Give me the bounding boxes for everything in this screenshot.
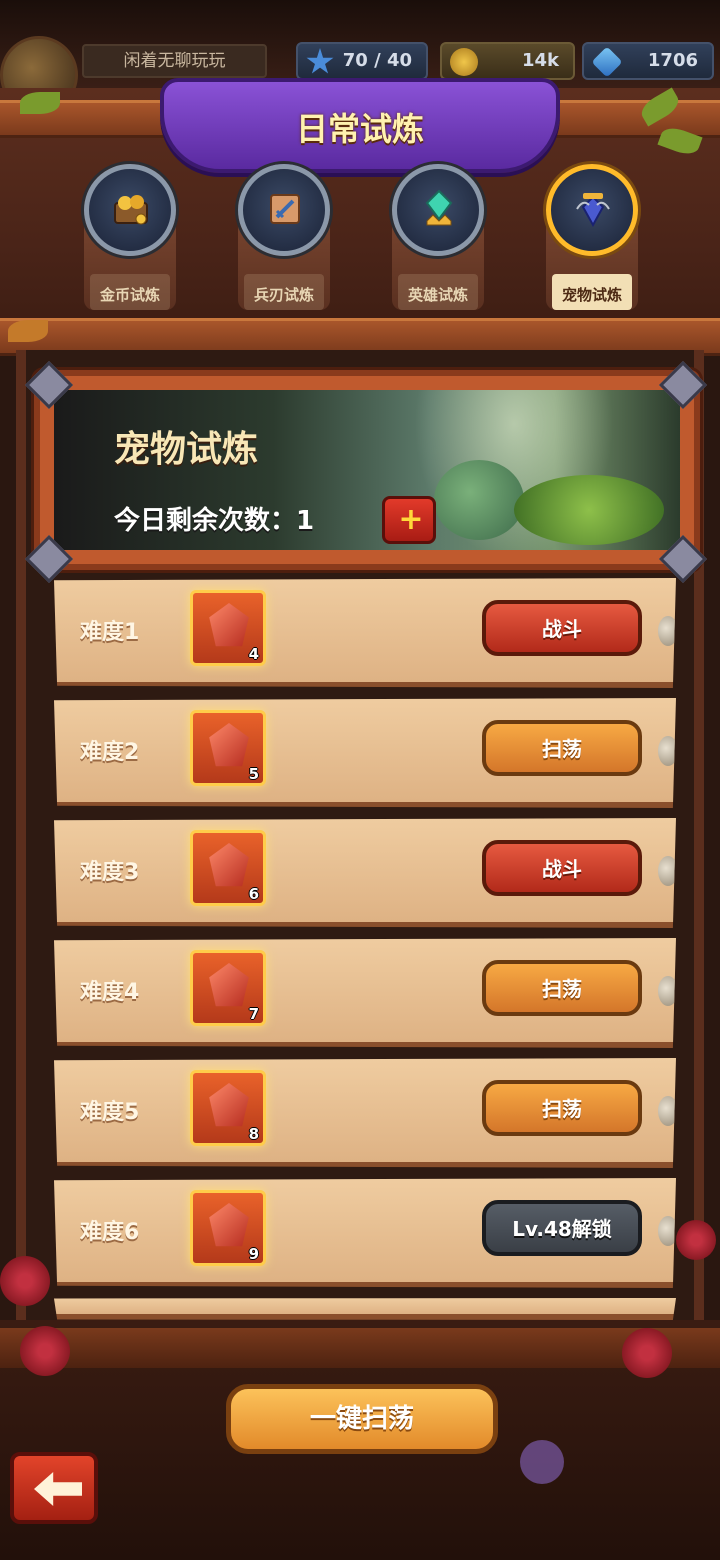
gold-counter[interactable]: 14k <box>440 42 575 80</box>
tab-gold-trial[interactable]: 金币试炼 <box>80 160 180 312</box>
difficulty-row: 难度3 6 战斗 <box>54 818 676 928</box>
sweep-button[interactable]: 扫荡 <box>482 720 642 776</box>
leaf-decoration <box>20 92 60 114</box>
plus-icon: + <box>398 502 424 537</box>
reward-item[interactable]: 7 <box>190 950 266 1026</box>
weapon-scroll-icon <box>270 194 300 224</box>
reward-count: 6 <box>248 885 259 903</box>
pet-gem-icon <box>209 1203 249 1247</box>
reward-count: 5 <box>248 765 259 783</box>
difficulty-label: 难度4 <box>80 980 140 1005</box>
bush-illustration <box>514 475 664 545</box>
back-button[interactable] <box>10 1452 98 1524</box>
tab-label: 英雄试炼 <box>407 286 468 304</box>
sweep-all-button[interactable]: 一键扫荡 <box>226 1384 498 1454</box>
pet-gem-icon <box>209 963 249 1007</box>
rock-illustration <box>434 460 524 540</box>
reward-item[interactable]: 6 <box>190 830 266 906</box>
difficulty-label: 难度2 <box>80 740 140 765</box>
title-banner: 日常试炼 <box>160 78 560 173</box>
sweep-button[interactable]: 扫荡 <box>482 1080 642 1136</box>
reward-count: 9 <box>248 1245 259 1263</box>
rose-decoration <box>622 1328 672 1378</box>
difficulty-row: 难度4 7 扫荡 <box>54 938 676 1048</box>
locked-button[interactable]: Lv.48解锁 <box>482 1200 642 1256</box>
reward-count: 7 <box>248 1005 259 1023</box>
tab-label: 兵刃试炼 <box>253 286 314 304</box>
battle-button[interactable]: 战斗 <box>482 600 642 656</box>
back-arrow-icon <box>34 1472 82 1506</box>
hero-crystal-icon <box>425 189 453 226</box>
player-name: 闲着无聊玩玩 <box>82 44 267 78</box>
trial-banner: 宠物试炼 今日剩余次数：1 + <box>34 370 700 570</box>
page-title: 日常试炼 <box>295 110 424 148</box>
difficulty-label: 难度5 <box>80 1100 140 1125</box>
sweep-button[interactable]: 扫荡 <box>482 960 642 1016</box>
bottom-beam <box>0 1328 720 1368</box>
gem-icon <box>591 46 623 78</box>
pet-gem-icon <box>209 603 249 647</box>
reward-count: 8 <box>248 1125 259 1143</box>
tab-hero-trial[interactable]: 英雄试炼 <box>388 160 488 312</box>
add-attempts-button[interactable]: + <box>382 496 436 544</box>
remaining-count: 今日剩余次数：1 <box>114 506 315 536</box>
rose-decoration <box>676 1220 716 1260</box>
stamina-value: 70 / 40 <box>342 50 412 71</box>
difficulty-label: 难度3 <box>80 860 140 885</box>
pet-gem-icon <box>209 843 249 887</box>
tab-pet-trial[interactable]: 宠物试炼 <box>542 160 642 312</box>
gem-value: 1706 <box>647 50 698 71</box>
pet-gem-icon <box>209 1083 249 1127</box>
pet-crystal-icon <box>576 193 610 228</box>
tab-label: 金币试炼 <box>99 286 160 304</box>
lock-icon <box>520 1440 564 1484</box>
leaf-decoration <box>8 320 48 342</box>
reward-item[interactable]: 4 <box>190 590 266 666</box>
star-icon <box>306 48 334 74</box>
reward-item[interactable]: 5 <box>190 710 266 786</box>
pet-gem-icon <box>209 723 249 767</box>
tab-weapon-trial[interactable]: 兵刃试炼 <box>234 160 334 312</box>
difficulty-row: 难度2 5 扫荡 <box>54 698 676 808</box>
reward-item[interactable]: 9 <box>190 1190 266 1266</box>
rose-decoration <box>0 1256 50 1306</box>
difficulty-label: 难度6 <box>80 1220 140 1245</box>
gold-chest-icon <box>114 195 148 225</box>
coin-icon <box>450 48 478 76</box>
gold-value: 14k <box>521 50 559 71</box>
tab-label: 宠物试炼 <box>561 286 622 304</box>
rose-decoration <box>20 1326 70 1376</box>
reward-count: 4 <box>248 645 259 663</box>
difficulty-row: 难度1 4 战斗 <box>54 578 676 688</box>
difficulty-row-partial <box>54 1298 676 1320</box>
battle-button[interactable]: 战斗 <box>482 840 642 896</box>
trial-title: 宠物试炼 <box>114 429 259 470</box>
difficulty-row: 难度6 9 Lv.48解锁 <box>54 1178 676 1288</box>
difficulty-row: 难度5 8 扫荡 <box>54 1058 676 1168</box>
difficulty-label: 难度1 <box>80 620 140 645</box>
reward-item[interactable]: 8 <box>190 1070 266 1146</box>
stamina-counter[interactable]: 70 / 40 <box>296 42 428 80</box>
gem-counter[interactable]: 1706 <box>582 42 714 80</box>
